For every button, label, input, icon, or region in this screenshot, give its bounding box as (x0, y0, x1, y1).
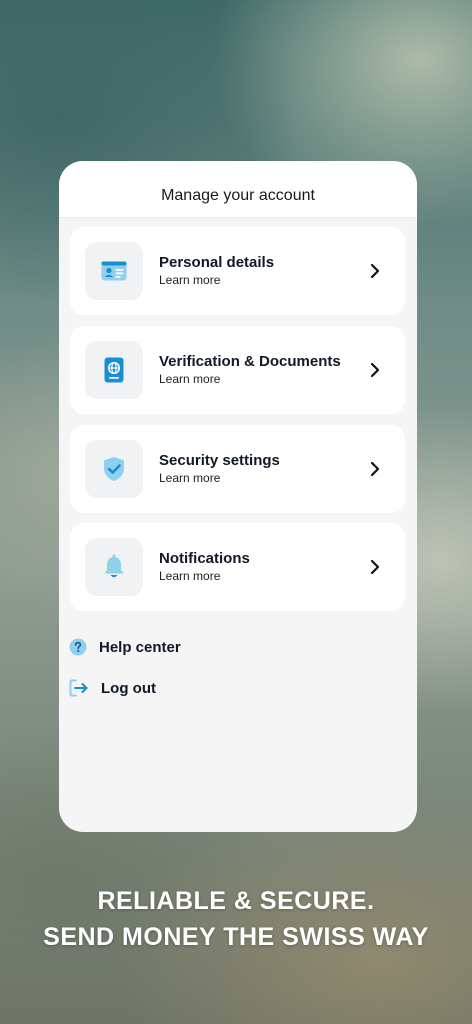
passport-icon (85, 341, 143, 399)
item-subtitle: Learn more (159, 372, 221, 386)
account-card: Manage your account Personal details Lea… (59, 161, 417, 832)
item-title: Verification & Documents (159, 353, 341, 370)
card-title: Manage your account (161, 187, 315, 204)
help-center-label: Help center (99, 638, 181, 656)
item-subtitle: Learn more (159, 273, 221, 287)
menu-item-personal-details[interactable]: Personal details Learn more (70, 227, 405, 315)
log-out-label: Log out (101, 679, 156, 697)
log-out-link[interactable]: Log out (69, 676, 156, 700)
help-center-link[interactable]: Help center (69, 635, 181, 659)
logout-icon (69, 679, 88, 697)
menu-item-notifications[interactable]: Notifications Learn more (70, 523, 405, 611)
chevron-right-icon (370, 559, 380, 575)
chevron-right-icon (370, 362, 380, 378)
chevron-right-icon (370, 461, 380, 477)
bell-icon (85, 538, 143, 596)
menu-item-verification-documents[interactable]: Verification & Documents Learn more (70, 326, 405, 414)
tagline-line-1: RELIABLE & SECURE. (97, 887, 375, 915)
id-card-icon (85, 242, 143, 300)
item-title: Security settings (159, 452, 280, 469)
item-subtitle: Learn more (159, 471, 221, 485)
menu-item-security-settings[interactable]: Security settings Learn more (70, 425, 405, 513)
item-title: Personal details (159, 254, 275, 271)
help-icon (69, 638, 87, 656)
item-subtitle: Learn more (159, 569, 221, 583)
chevron-right-icon (370, 263, 380, 279)
tagline-line-2: SEND MONEY THE SWISS WAY (43, 923, 429, 951)
item-title: Notifications (159, 550, 250, 567)
card-header: Manage your account (59, 161, 417, 218)
shield-check-icon (85, 440, 143, 498)
